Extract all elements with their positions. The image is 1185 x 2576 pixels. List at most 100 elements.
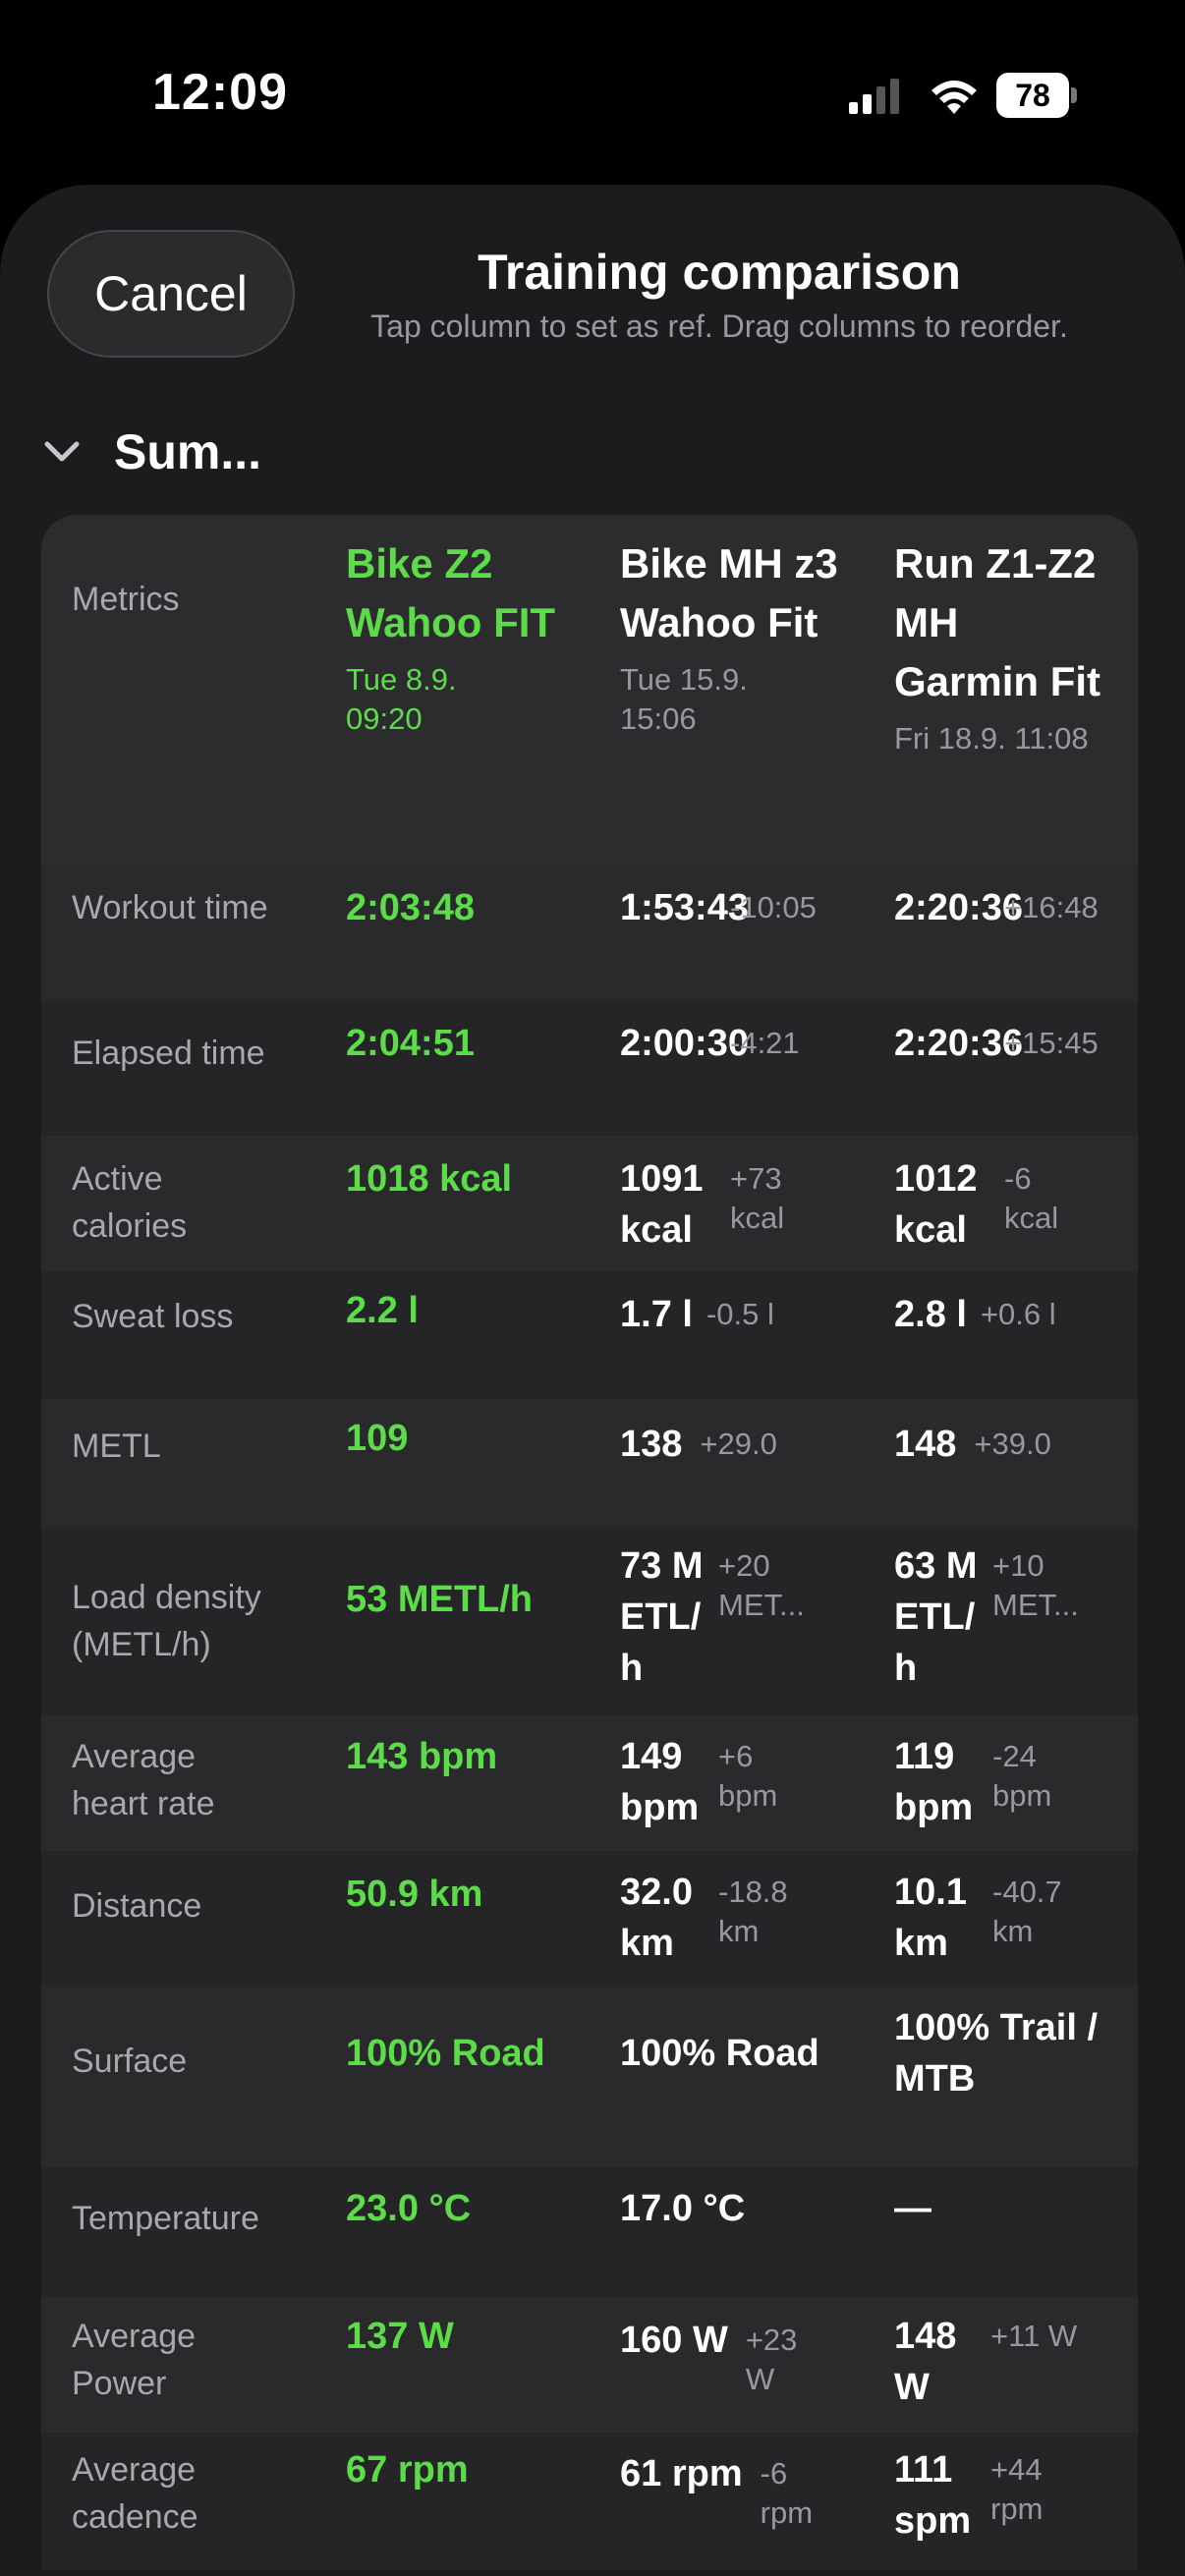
row-label: Average heart rate xyxy=(72,1738,215,1822)
value: 148 xyxy=(894,1424,957,1465)
value: 2.8 l xyxy=(894,1294,967,1335)
value: 1091 kcal xyxy=(620,1158,704,1251)
value: 111 spm xyxy=(894,2449,972,2542)
reference-value: 109 xyxy=(346,1418,409,1459)
battery-icon: 78 xyxy=(996,73,1079,118)
column-header-3[interactable]: Run Z1-Z2 MH Garmin Fit Fri 18.9. 11:08 xyxy=(894,534,1130,758)
column-date: Tue 15.9. 15:06 xyxy=(620,662,748,736)
reference-value: 2.2 l xyxy=(346,1290,419,1331)
value: 160 W xyxy=(620,2320,728,2361)
cellular-signal-icon xyxy=(849,79,899,114)
row-label: Average Power xyxy=(72,2318,197,2402)
delta: -6 rpm xyxy=(760,2456,814,2530)
value: 100% Road xyxy=(620,2033,819,2074)
wifi-icon xyxy=(931,81,977,114)
column-date: Fri 18.9. 11:08 xyxy=(894,721,1089,756)
table-row: Load density (METL/h) 53 METL/h 73 METL/… xyxy=(41,1527,1138,1715)
value: 100% Trail / MTB xyxy=(894,2007,1099,2100)
row-label: Sweat loss xyxy=(72,1298,234,1335)
row-label: METL xyxy=(72,1428,161,1465)
value: 2:20:36 xyxy=(894,887,1023,928)
comparison-sheet: Cancel Training comparison Tap column to… xyxy=(0,185,1185,2576)
table-row: Sweat loss 2.2 l 1.7 l -0.5 l 2.8 l +0.6… xyxy=(41,1271,1138,1399)
cancel-button[interactable]: Cancel xyxy=(47,230,295,358)
value: 1012 kcal xyxy=(894,1158,978,1251)
reference-value: 1018 kcal xyxy=(346,1158,513,1200)
delta: +11 W xyxy=(990,2319,1078,2353)
value: 119 bpm xyxy=(894,1736,974,1828)
reference-value: 2:04:51 xyxy=(346,1023,475,1064)
delta: -18.8 km xyxy=(718,1875,788,1948)
row-label: Average cadence xyxy=(72,2451,198,2536)
delta: +29.0 xyxy=(700,1427,777,1461)
delta: +73 kcal xyxy=(730,1161,785,1235)
delta: +44 rpm xyxy=(990,2452,1044,2526)
delta: -6 kcal xyxy=(1004,1161,1059,1235)
delta: +23 W xyxy=(745,2323,798,2396)
delta: -40.7 km xyxy=(992,1875,1062,1948)
value: 1:53:43 xyxy=(620,887,749,928)
row-label: Workout time xyxy=(72,889,268,926)
row-label: Distance xyxy=(72,1887,202,1925)
table-row: Average heart rate 143 bpm 149 bpm +6 bp… xyxy=(41,1715,1138,1851)
reference-value: 53 METL/h xyxy=(346,1579,534,1620)
value: 61 rpm xyxy=(620,2453,743,2494)
row-label: Elapsed time xyxy=(72,1035,265,1072)
section-title: Sum... xyxy=(114,424,262,479)
value: 10.1 km xyxy=(894,1872,967,1964)
value: 73 METL/h xyxy=(620,1545,704,1689)
table-row: Active calories 1018 kcal 1091 kcal +73 … xyxy=(41,1136,1138,1271)
delta: +20 MET... xyxy=(718,1548,805,1622)
delta: +39.0 xyxy=(974,1427,1051,1461)
value: 138 xyxy=(620,1424,683,1465)
battery-level: 78 xyxy=(1015,78,1050,113)
delta: -24 bpm xyxy=(992,1739,1052,1813)
value: 1.7 l xyxy=(620,1294,693,1335)
value: 2:20:36 xyxy=(894,1023,1023,1064)
value: 17.0 °C xyxy=(620,2188,746,2229)
table-row: Elapsed time 2:04:51 2:00:30 -4:21 2:20:… xyxy=(41,1000,1138,1136)
column-header-reference[interactable]: Bike Z2 Wahoo FIT Tue 8.9. 09:20 xyxy=(346,534,592,739)
delta: +6 bpm xyxy=(718,1739,778,1813)
table-row: Average cadence 67 rpm 61 rpm -6 rpm 111… xyxy=(41,2433,1138,2570)
value: — xyxy=(894,2188,931,2229)
table-row: METL 109 138 +29.0 148 +39.0 xyxy=(41,1399,1138,1527)
delta: -4:21 xyxy=(730,1026,800,1060)
reference-value: 100% Road xyxy=(346,2033,545,2074)
row-label: Surface xyxy=(72,2043,188,2080)
delta: -0.5 l xyxy=(705,1297,774,1331)
reference-value: 137 W xyxy=(346,2316,454,2357)
table-row: Workout time 2:03:48 1:53:43 -10:05 2:20… xyxy=(41,865,1138,1000)
reference-value: 23.0 °C xyxy=(346,2188,472,2229)
column-name: Bike Z2 Wahoo FIT xyxy=(346,540,556,645)
delta: +16:48 xyxy=(1004,890,1099,924)
table-row: Average Power 137 W 160 W +23 W 148 W +1… xyxy=(41,2297,1138,2433)
value: 63 METL/h xyxy=(894,1545,978,1689)
sheet-subtitle: Tap column to set as ref. Drag columns t… xyxy=(370,308,1068,344)
delta: +10 MET... xyxy=(992,1548,1079,1622)
column-header-2[interactable]: Bike MH z3 Wahoo Fit Tue 15.9. 15:06 xyxy=(620,534,866,739)
table-row: Distance 50.9 km 32.0 km -18.8 km 10.1 k… xyxy=(41,1851,1138,1987)
value: 32.0 km xyxy=(620,1872,693,1964)
column-date: Tue 8.9. 09:20 xyxy=(346,662,457,736)
column-name: Bike MH z3 Wahoo Fit xyxy=(620,540,838,645)
delta: -10:05 xyxy=(730,890,817,924)
reference-value: 50.9 km xyxy=(346,1874,483,1915)
table-row: Temperature 23.0 °C 17.0 °C — xyxy=(41,2167,1138,2297)
row-label: Load density (METL/h) xyxy=(72,1579,261,1663)
delta: +15:45 xyxy=(1004,1026,1099,1060)
clock: 12:09 xyxy=(152,64,288,121)
value: 148 W xyxy=(894,2316,957,2408)
row-label: Temperature xyxy=(72,2200,259,2237)
status-bar: 12:09 78 xyxy=(0,0,1185,187)
reference-value: 67 rpm xyxy=(346,2449,469,2491)
reference-value: 143 bpm xyxy=(346,1736,498,1777)
reference-value: 2:03:48 xyxy=(346,887,475,928)
table-header: Metrics Bike Z2 Wahoo FIT Tue 8.9. 09:20… xyxy=(41,515,1138,865)
sheet-title: Training comparison xyxy=(478,245,961,300)
table-row: Surface 100% Road 100% Road 100% Trail /… xyxy=(41,1987,1138,2167)
comparison-table: Metrics Bike Z2 Wahoo FIT Tue 8.9. 09:20… xyxy=(41,515,1138,2570)
metrics-header-label: Metrics xyxy=(72,581,180,618)
summary-section-header[interactable]: Sum... xyxy=(39,413,261,491)
value: 149 bpm xyxy=(620,1736,700,1828)
